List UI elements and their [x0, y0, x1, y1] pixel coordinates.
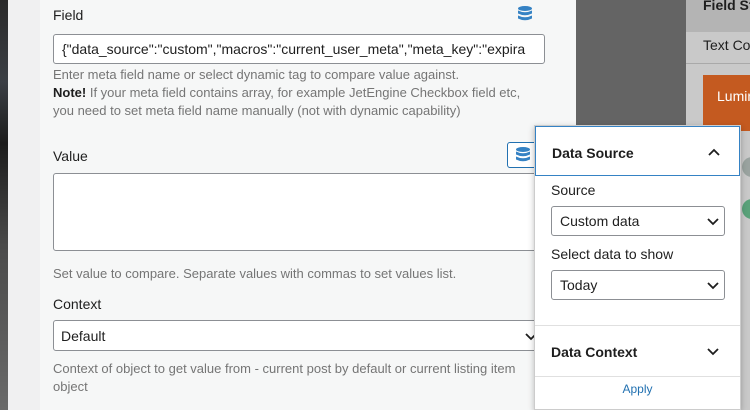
source-label: Source: [551, 182, 596, 198]
field-help-line2-text: If your meta field contains array, for e…: [86, 85, 521, 100]
context-select-value: Default: [61, 328, 106, 344]
data-source-header[interactable]: Data Source: [535, 126, 740, 176]
show-data-select[interactable]: Today: [551, 270, 725, 300]
value-textarea[interactable]: [53, 173, 540, 251]
right-sidebar-subtitle: Text Co: [703, 37, 750, 53]
background-photo-strip: [0, 0, 8, 410]
show-data-label: Select data to show: [551, 246, 674, 262]
context-help: Context of object to get value from - cu…: [53, 360, 515, 396]
data-context-title: Data Context: [551, 344, 638, 360]
field-help: Enter meta field name or select dynamic …: [53, 66, 520, 120]
right-sidebar-header: Field St: [686, 0, 750, 32]
apply-button[interactable]: Apply: [535, 382, 740, 396]
source-select[interactable]: Custom data: [551, 206, 725, 236]
context-help-line1: Context of object to get value from - cu…: [53, 361, 516, 376]
data-source-popover: Data Source Source Custom data Select da…: [534, 125, 741, 410]
editor-margin: [8, 0, 40, 410]
database-icon: [516, 147, 530, 162]
swatch-circle[interactable]: [742, 199, 750, 219]
field-help-line2: Note! If your meta field contains array,…: [53, 84, 520, 102]
chevron-down-icon: [707, 218, 719, 226]
show-data-select-value: Today: [560, 277, 598, 293]
divider: [535, 376, 740, 377]
orange-button[interactable]: Lumin: [703, 75, 750, 131]
data-context-header[interactable]: Data Context: [535, 326, 740, 376]
value-help: Set value to compare. Separate values wi…: [53, 266, 457, 281]
field-label: Field: [53, 7, 84, 23]
divider: [686, 63, 750, 64]
chevron-up-icon: [708, 148, 720, 156]
note-label: Note!: [53, 85, 87, 100]
field-help-line1: Enter meta field name or select dynamic …: [53, 67, 460, 82]
field-input[interactable]: {"data_source":"custom","macros":"curren…: [53, 34, 545, 64]
chevron-down-icon: [707, 282, 719, 290]
source-select-value: Custom data: [560, 213, 640, 229]
context-help-line2: object: [53, 379, 88, 394]
context-select[interactable]: Default: [53, 320, 545, 351]
field-input-value: {"data_source":"custom","macros":"curren…: [62, 41, 526, 57]
swatch-circle[interactable]: [742, 157, 750, 177]
value-label: Value: [53, 148, 88, 164]
orange-button-label: Lumin: [717, 88, 750, 104]
chevron-down-icon: [707, 348, 719, 356]
right-sidebar-title: Field St: [703, 0, 750, 13]
data-source-title: Data Source: [552, 145, 634, 161]
database-icon[interactable]: [516, 5, 534, 23]
context-label: Context: [53, 296, 102, 312]
field-help-line3: you need to set meta field name manually…: [53, 103, 461, 118]
